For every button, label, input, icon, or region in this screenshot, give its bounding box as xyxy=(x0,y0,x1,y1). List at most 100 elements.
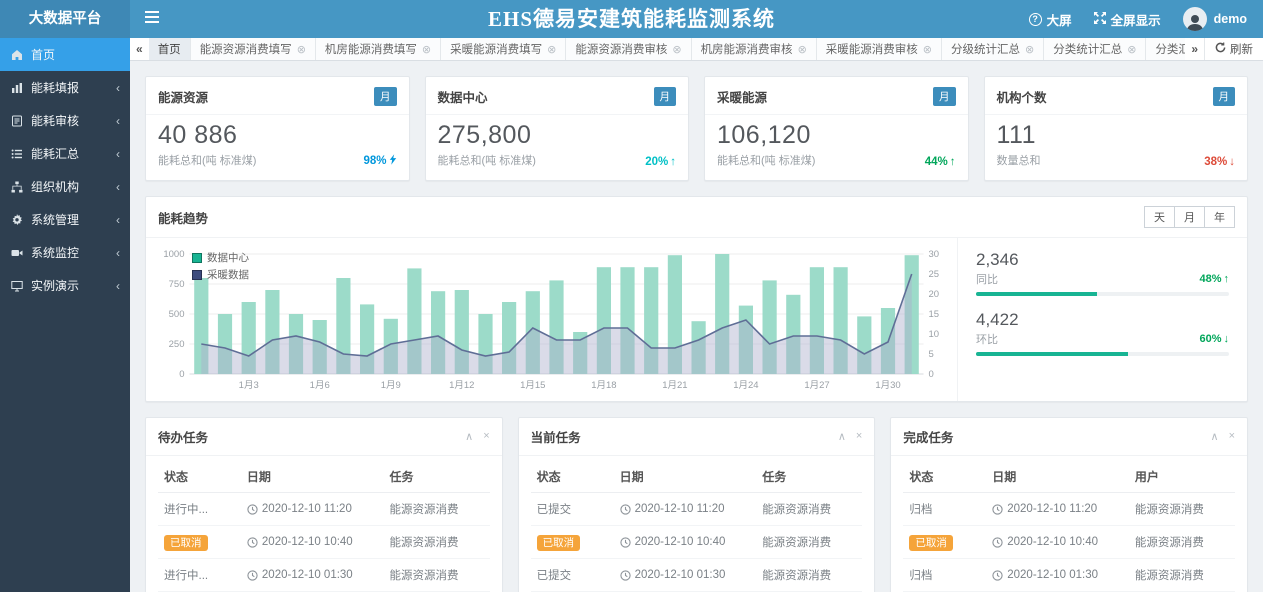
sidebar-item[interactable]: 系统管理‹ xyxy=(0,203,130,236)
refresh-button[interactable]: 刷新 xyxy=(1204,38,1263,60)
stat-percent-value: 44% xyxy=(925,156,948,168)
clock-icon xyxy=(992,504,1003,515)
stat-card-header: 机构个数月 xyxy=(985,77,1248,114)
tab-close-icon[interactable]: ⊗ xyxy=(422,43,431,56)
legend-item[interactable]: 数据中心 xyxy=(192,250,249,265)
collapse-icon[interactable]: ∧ xyxy=(838,430,846,443)
tab-close-icon[interactable]: ⊗ xyxy=(923,43,932,56)
range-button-group: 天月年 xyxy=(1145,206,1235,228)
sidebar-item[interactable]: 系统监控‹ xyxy=(0,236,130,269)
gear-icon xyxy=(11,214,25,226)
table-row[interactable]: 已取消2020-12-10 10:40能源资源消费 xyxy=(903,526,1235,559)
stat-card-percent: 98% xyxy=(363,154,396,168)
trend-progress-bar xyxy=(976,352,1229,356)
avatar xyxy=(1183,7,1207,31)
collapse-icon[interactable]: ∧ xyxy=(465,430,473,443)
tab[interactable]: 分类统计汇总⊗ xyxy=(1044,38,1146,60)
user-menu[interactable]: demo xyxy=(1183,7,1247,31)
tab-close-icon[interactable]: ⊗ xyxy=(798,43,807,56)
table-row[interactable]: 已取消2020-12-10 10:40能源资源消费 xyxy=(158,526,490,559)
date-cell: 2020-12-10 11:20 xyxy=(614,493,757,526)
tab[interactable]: 机房能源消费审核⊗ xyxy=(692,38,817,60)
tab[interactable]: 首页 xyxy=(149,38,191,60)
svg-text:1月3: 1月3 xyxy=(239,380,259,391)
table-row[interactable]: 进行中...2020-12-10 01:30能源资源消费 xyxy=(158,559,490,592)
task-table-panel: 当前任务∧×状态日期任务已提交2020-12-10 11:20能源资源消费已取消… xyxy=(518,417,876,592)
fullscreen-button[interactable]: 全屏显示 xyxy=(1094,10,1161,29)
table-row[interactable]: 已提交2020-12-10 11:20能源资源消费 xyxy=(531,493,863,526)
tab-close-icon[interactable]: ⊗ xyxy=(547,43,556,56)
date-cell: 2020-12-10 10:40 xyxy=(241,526,384,559)
energy-trend-header: 能耗趋势 天月年 xyxy=(146,197,1247,238)
legend-item[interactable]: 采暖数据 xyxy=(192,267,249,282)
task-table: 状态日期任务进行中...2020-12-10 11:20能源资源消费已取消202… xyxy=(158,460,490,592)
month-badge[interactable]: 月 xyxy=(933,87,956,106)
month-badge[interactable]: 月 xyxy=(654,87,677,106)
task-cell: 能源资源消费 xyxy=(1129,559,1235,592)
tab[interactable]: 分级统计汇总⊗ xyxy=(942,38,1044,60)
table-row[interactable]: 进行中...2020-12-10 11:20能源资源消费 xyxy=(158,493,490,526)
big-screen-button[interactable]: ? 大屏 xyxy=(1029,10,1072,29)
tab[interactable]: 机房能源消费填写⊗ xyxy=(316,38,441,60)
svg-text:750: 750 xyxy=(169,279,185,290)
table-row[interactable]: 归档2020-12-10 01:30能源资源消费 xyxy=(903,559,1235,592)
stat-card: 数据中心月275,800能耗总和(吨 标准煤)20%↑ xyxy=(425,76,690,181)
task-table-wrap: 状态日期任务已提交2020-12-10 11:20能源资源消费已取消2020-1… xyxy=(519,456,875,592)
tab-close-icon[interactable]: ⊗ xyxy=(1127,43,1136,56)
range-button[interactable]: 月 xyxy=(1174,206,1205,228)
close-icon[interactable]: × xyxy=(856,430,862,443)
tab[interactable]: 采暖能源消费填写⊗ xyxy=(441,38,566,60)
status-cell: 已提交 xyxy=(531,559,614,592)
date-cell: 2020-12-10 01:30 xyxy=(614,559,757,592)
sidebar-item[interactable]: 首页 xyxy=(0,38,130,71)
date-text: 2020-12-10 11:20 xyxy=(1007,503,1097,515)
svg-text:500: 500 xyxy=(169,309,185,320)
org-tree-icon xyxy=(11,181,25,193)
sidebar-item[interactable]: 实例演示‹ xyxy=(0,269,130,302)
sidebar-item[interactable]: 能耗审核‹ xyxy=(0,104,130,137)
collapse-icon[interactable]: ∧ xyxy=(1211,430,1219,443)
table-row[interactable]: 已提交2020-12-10 01:30能源资源消费 xyxy=(531,559,863,592)
sidebar-item-label: 能耗汇总 xyxy=(31,145,79,162)
sidebar-item[interactable]: 能耗汇总‹ xyxy=(0,137,130,170)
table-row[interactable]: 已取消2020-12-10 10:40能源资源消费 xyxy=(531,526,863,559)
tab[interactable]: 能源资源消费填写⊗ xyxy=(191,38,316,60)
stat-card-footer: 数量总和38%↓ xyxy=(997,152,1236,168)
tab-close-icon[interactable]: ⊗ xyxy=(672,43,681,56)
tab[interactable]: 能源资源消费审核⊗ xyxy=(566,38,691,60)
tab-label: 采暖能源消费审核 xyxy=(826,41,918,57)
range-button[interactable]: 天 xyxy=(1144,206,1175,228)
svg-text:1月30: 1月30 xyxy=(875,380,900,391)
column-header: 任务 xyxy=(384,460,490,493)
status-cell: 已取消 xyxy=(158,526,241,559)
table-header-row: 状态日期任务 xyxy=(158,460,490,493)
stat-card-value: 111 xyxy=(997,121,1236,150)
tabs-scroll-right-button[interactable]: » xyxy=(1185,38,1204,60)
stat-card-percent: 44%↑ xyxy=(925,156,956,168)
table-row[interactable]: 归档2020-12-10 11:20能源资源消费 xyxy=(903,493,1235,526)
legend-label: 采暖数据 xyxy=(207,267,249,282)
sidebar-item[interactable]: 能耗填报‹ xyxy=(0,71,130,104)
range-button[interactable]: 年 xyxy=(1204,206,1235,228)
tab[interactable]: 分类汇总审核⊗ xyxy=(1146,38,1185,60)
tab[interactable]: 采暖能源消费审核 ⊗ xyxy=(817,38,942,60)
clock-icon xyxy=(992,537,1003,548)
task-table-head: 状态日期任务 xyxy=(158,460,490,493)
tab-close-icon[interactable]: ⊗ xyxy=(1025,43,1034,56)
sidebar-toggle-button[interactable] xyxy=(130,0,174,38)
task-table-body: 归档2020-12-10 11:20能源资源消费已取消2020-12-10 10… xyxy=(903,493,1235,593)
month-badge[interactable]: 月 xyxy=(374,87,397,106)
close-icon[interactable]: × xyxy=(1229,430,1235,443)
month-badge[interactable]: 月 xyxy=(1213,87,1236,106)
tab-close-icon[interactable]: ⊗ xyxy=(297,43,306,56)
close-icon[interactable]: × xyxy=(483,430,489,443)
date-cell: 2020-12-10 10:40 xyxy=(986,526,1129,559)
stat-card-sublabel: 数量总和 xyxy=(997,152,1041,168)
date-wrap: 2020-12-10 11:20 xyxy=(620,503,751,515)
tabs-scroll-left-button[interactable]: « xyxy=(130,38,149,60)
platform-logo[interactable]: 大数据平台 xyxy=(0,0,130,38)
clock-icon xyxy=(992,570,1003,581)
sidebar-item[interactable]: 组织机构‹ xyxy=(0,170,130,203)
sidebar-item-label: 能耗审核 xyxy=(31,112,79,129)
clock-icon xyxy=(247,504,258,515)
